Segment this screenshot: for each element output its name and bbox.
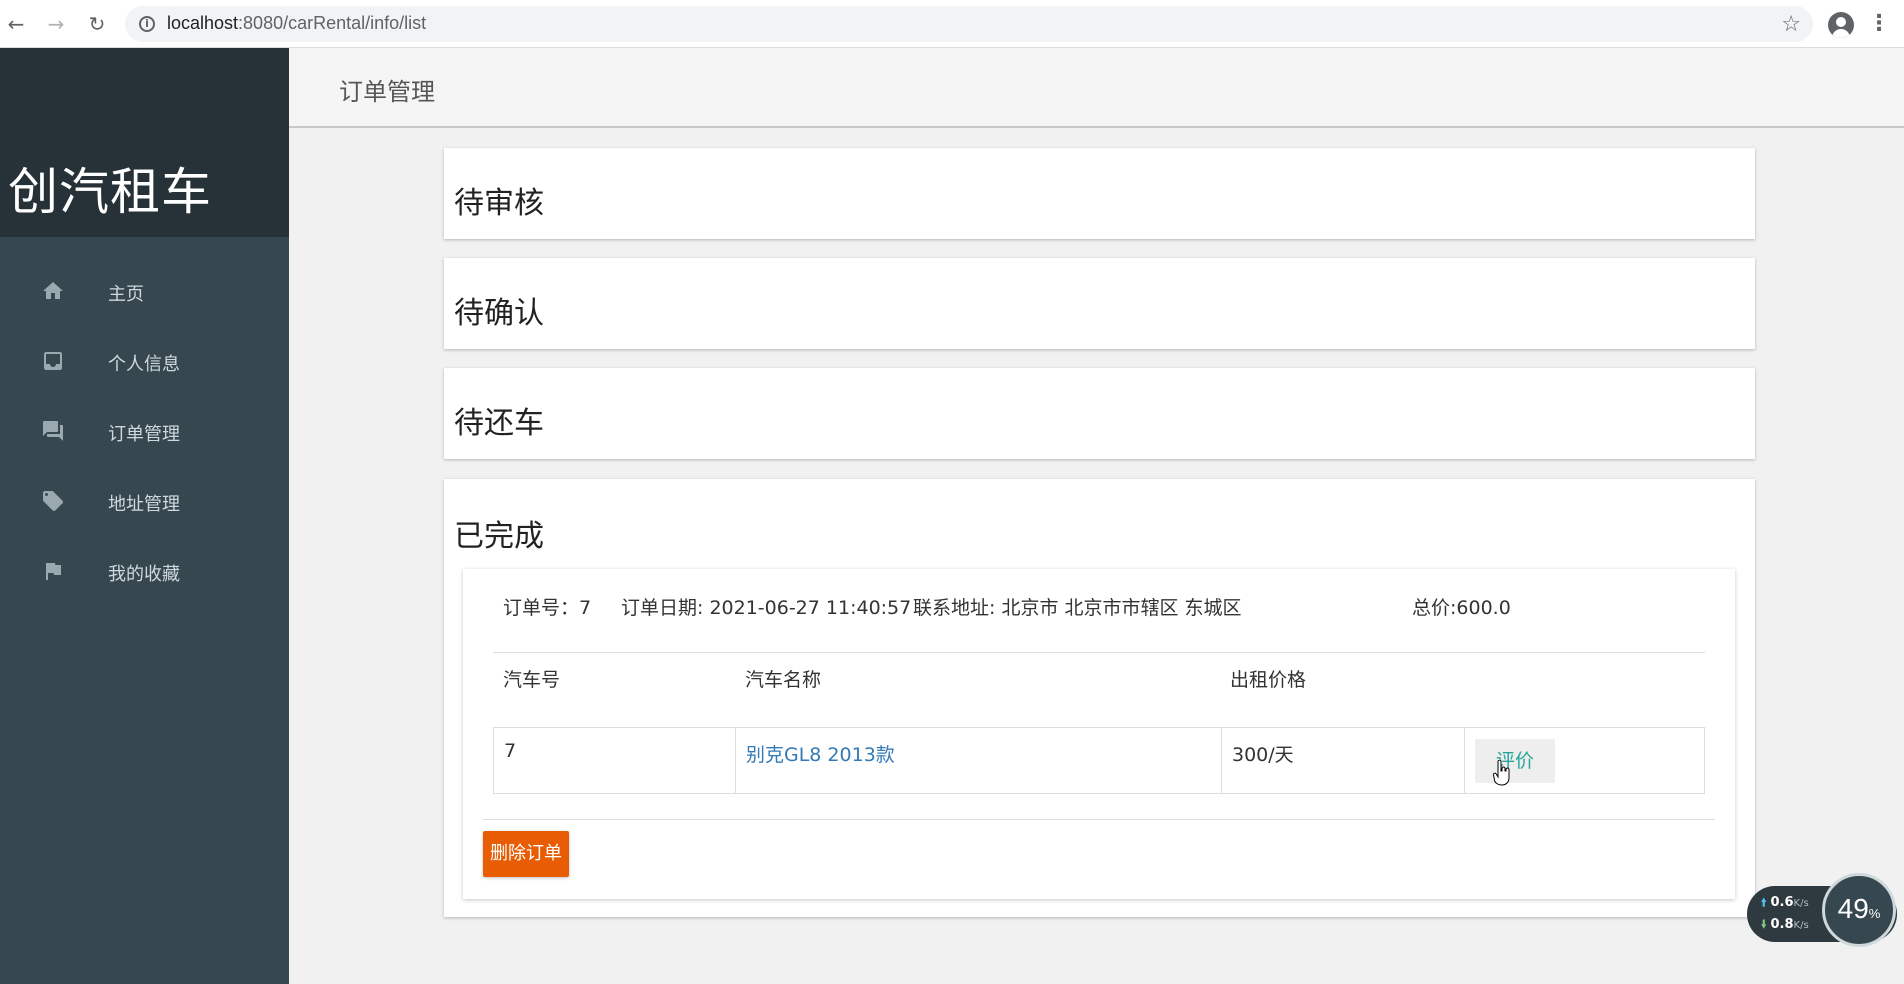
section-title: 待确认 bbox=[454, 296, 544, 331]
tag-icon bbox=[43, 491, 63, 511]
section-pending-review[interactable]: 待审核 bbox=[444, 148, 1755, 239]
hand-cursor-icon bbox=[1493, 760, 1510, 786]
forward-arrow-icon[interactable]: → bbox=[44, 12, 68, 36]
table-row: 7 别克GL8 2013款 300/天 评价 bbox=[493, 727, 1705, 794]
table-cell: 300/天 bbox=[1222, 728, 1465, 793]
memory-usage-gauge[interactable]: 49% bbox=[1822, 873, 1896, 947]
inbox-icon bbox=[44, 352, 62, 370]
car-price: 300/天 bbox=[1232, 744, 1294, 766]
bookmark-star-icon[interactable]: ☆ bbox=[1781, 12, 1801, 37]
order-date: 订单日期: 2021-06-27 11:40:57 bbox=[621, 597, 912, 619]
car-name-link[interactable]: 别克GL8 2013款 bbox=[746, 740, 895, 767]
download-arrow-icon: 🠛 bbox=[1761, 918, 1767, 931]
order-card: 订单号：7 订单日期: 2021-06-27 11:40:57 联系地址: 北京… bbox=[463, 569, 1735, 899]
sidebar-item-label: 订单管理 bbox=[108, 424, 180, 445]
sidebar-item-address[interactable]: 地址管理 bbox=[0, 476, 289, 526]
car-id: 7 bbox=[504, 740, 517, 762]
sidebar-item-label: 地址管理 bbox=[108, 494, 180, 515]
address-bar[interactable]: i localhost:8080/carRental/info/list ☆ bbox=[125, 6, 1813, 42]
divider bbox=[493, 652, 1705, 653]
section-pending-confirm[interactable]: 待确认 bbox=[444, 258, 1755, 349]
info-icon[interactable]: i bbox=[139, 16, 155, 32]
sidebar: 创汽租车 主页 个人信息 订单管理 地址管理 我的收藏 bbox=[0, 48, 289, 984]
upload-speed: 🠙 0.6K/s bbox=[1761, 895, 1809, 910]
page-header: 订单管理 bbox=[289, 48, 1904, 128]
sidebar-item-label: 个人信息 bbox=[108, 354, 180, 375]
browser-toolbar: ← → ↻ i localhost:8080/carRental/info/li… bbox=[0, 0, 1904, 48]
sidebar-item-orders[interactable]: 订单管理 bbox=[0, 406, 289, 456]
upload-arrow-icon: 🠙 bbox=[1761, 896, 1767, 909]
profile-avatar-icon[interactable] bbox=[1828, 12, 1854, 38]
section-pending-return[interactable]: 待还车 bbox=[444, 368, 1755, 459]
column-header: 汽车号 bbox=[503, 669, 561, 691]
download-speed: 🠛 0.8K/s bbox=[1761, 917, 1809, 932]
column-header: 汽车名称 bbox=[745, 669, 822, 691]
table-cell: 别克GL8 2013款 bbox=[736, 728, 1222, 793]
section-title: 已完成 bbox=[454, 519, 544, 554]
home-icon bbox=[43, 282, 63, 299]
delete-order-button[interactable]: 删除订单 bbox=[483, 831, 569, 877]
brand-title: 创汽租车 bbox=[8, 163, 212, 221]
divider bbox=[483, 819, 1715, 820]
page-title: 订单管理 bbox=[339, 78, 435, 106]
review-button[interactable]: 评价 bbox=[1475, 739, 1555, 783]
sidebar-item-favorites[interactable]: 我的收藏 bbox=[0, 546, 289, 596]
forum-icon bbox=[43, 421, 63, 441]
reload-icon[interactable]: ↻ bbox=[85, 12, 109, 36]
table-cell: 7 bbox=[494, 728, 736, 793]
section-title: 待审核 bbox=[454, 186, 544, 221]
url-text[interactable]: localhost:8080/carRental/info/list bbox=[167, 13, 426, 34]
column-header: 出租价格 bbox=[1230, 669, 1307, 691]
flag-icon bbox=[46, 563, 61, 580]
sidebar-item-label: 我的收藏 bbox=[108, 564, 180, 585]
sidebar-item-home[interactable]: 主页 bbox=[0, 266, 289, 316]
kebab-menu-icon[interactable]: ⋮ bbox=[1868, 10, 1890, 38]
brand-header: 创汽租车 bbox=[0, 48, 289, 237]
order-total: 总价:600.0 bbox=[1412, 597, 1511, 619]
sidebar-item-label: 主页 bbox=[108, 284, 144, 305]
order-address: 联系地址: 北京市 北京市市辖区 东城区 bbox=[913, 597, 1242, 619]
back-arrow-icon[interactable]: ← bbox=[4, 12, 28, 36]
sidebar-item-profile[interactable]: 个人信息 bbox=[0, 336, 289, 386]
section-title: 待还车 bbox=[454, 406, 544, 441]
order-number: 订单号：7 bbox=[503, 597, 592, 619]
